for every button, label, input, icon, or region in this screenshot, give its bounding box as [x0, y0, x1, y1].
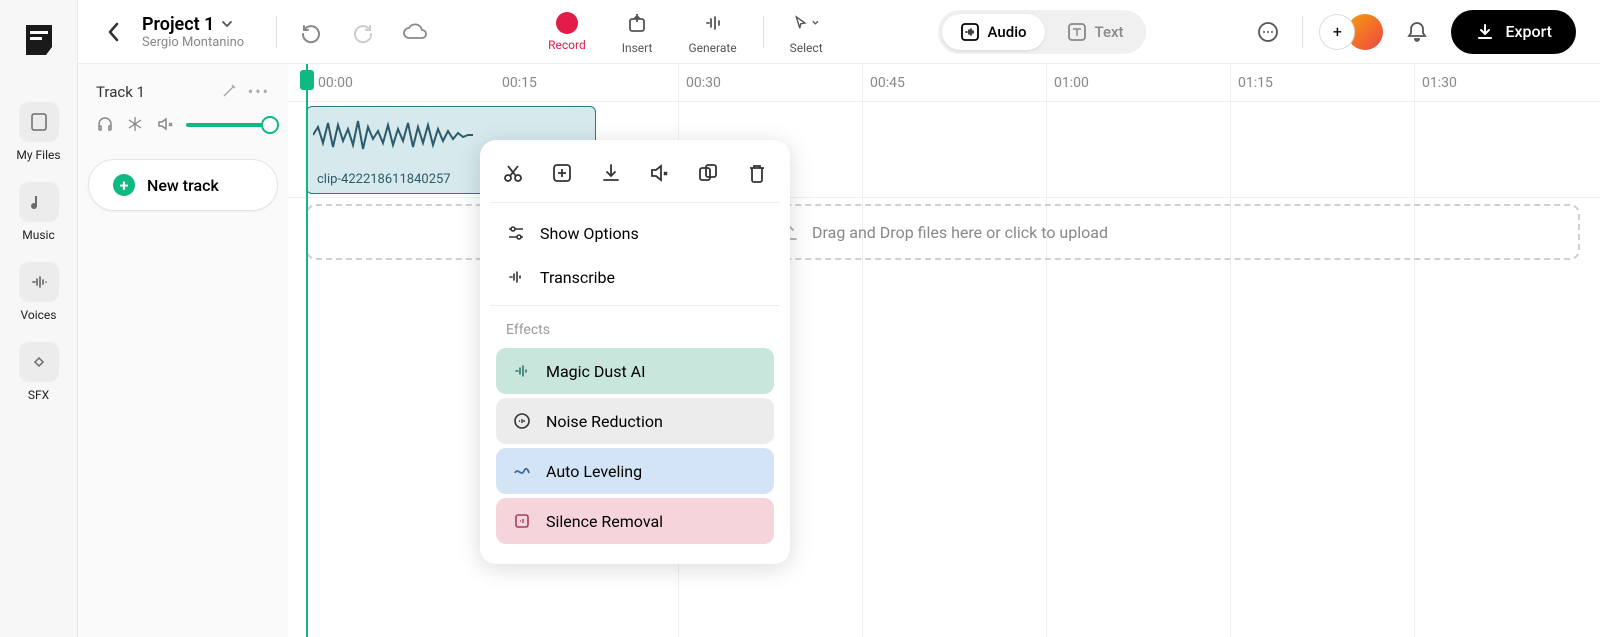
sidebar-label: Voices [21, 308, 57, 322]
track-controls [88, 107, 278, 143]
cloud-button[interactable] [397, 14, 433, 50]
select-icon [792, 9, 820, 37]
time-mark: 00:45 [870, 75, 905, 91]
project-info: Project 1 Sergio Montanino [142, 14, 244, 50]
sidebar-item-music[interactable]: Music [0, 176, 77, 248]
topbar: Project 1 Sergio Montanino Record Insert… [78, 0, 1600, 64]
delete-button[interactable] [740, 156, 774, 190]
time-mark: 00:30 [686, 75, 721, 91]
auto-leveling-item[interactable]: Auto Leveling [496, 448, 774, 494]
sparkle-icon [512, 361, 532, 381]
track-name: Track 1 [96, 83, 145, 101]
generate-icon [699, 9, 727, 37]
add-collaborator-button[interactable]: + [1319, 14, 1355, 50]
new-track-button[interactable]: + New track [88, 159, 278, 211]
silence-removal-item[interactable]: Silence Removal [496, 498, 774, 544]
duplicate-button[interactable] [691, 156, 725, 190]
music-icon [19, 182, 59, 222]
noise-reduction-item[interactable]: Noise Reduction [496, 398, 774, 444]
sliders-icon [506, 223, 526, 243]
undo-button[interactable] [293, 14, 329, 50]
snowflake-icon[interactable] [126, 115, 146, 135]
sidebar-label: Music [22, 228, 54, 242]
notifications-button[interactable] [1399, 14, 1435, 50]
generate-button[interactable]: Generate [678, 9, 746, 55]
context-menu: Show Options Transcribe Effects Magic Du… [480, 140, 790, 564]
time-mark: 00:00 [318, 75, 353, 91]
track-header: Track 1 ••• [88, 76, 278, 107]
text-toggle[interactable]: Text [1049, 14, 1142, 50]
mute-clip-button[interactable] [642, 156, 676, 190]
show-options-item[interactable]: Show Options [490, 211, 780, 255]
comments-button[interactable] [1250, 14, 1286, 50]
cut-button[interactable] [496, 156, 530, 190]
mute-icon[interactable] [156, 115, 176, 135]
app-logo[interactable] [19, 20, 59, 60]
more-icon[interactable]: ••• [248, 82, 270, 101]
divider [763, 16, 764, 48]
files-icon [19, 102, 59, 142]
sidebar-item-my-files[interactable]: My Files [0, 96, 77, 168]
time-mark: 01:30 [1422, 75, 1457, 91]
magic-dust-item[interactable]: Magic Dust AI [496, 348, 774, 394]
effects-label: Effects [490, 312, 780, 344]
timeline-ruler[interactable]: 00:00 00:15 00:30 00:45 01:00 01:15 01:3… [288, 64, 1600, 102]
leveling-icon [512, 461, 532, 481]
time-mark: 01:00 [1054, 75, 1089, 91]
insert-icon [623, 9, 651, 37]
volume-slider[interactable] [186, 123, 270, 127]
text-icon [1067, 22, 1087, 42]
sidebar: My Files Music Voices SFX [0, 0, 78, 637]
playhead[interactable] [306, 64, 308, 637]
export-button[interactable]: Export [1451, 10, 1576, 54]
transcribe-item[interactable]: Transcribe [490, 255, 780, 299]
headphones-icon[interactable] [96, 115, 116, 135]
view-toggle: Audio Text [938, 10, 1146, 54]
download-icon [1475, 22, 1495, 42]
noise-icon [512, 411, 532, 431]
audio-toggle[interactable]: Audio [942, 14, 1045, 50]
divider [1302, 16, 1303, 48]
time-mark: 00:15 [502, 75, 537, 91]
download-button[interactable] [594, 156, 628, 190]
transcribe-icon [506, 267, 526, 287]
project-title[interactable]: Project 1 [142, 14, 244, 35]
back-button[interactable] [102, 20, 126, 44]
record-button[interactable]: Record [538, 12, 596, 52]
clip-label: clip-422218611840257 [317, 172, 451, 187]
time-mark: 01:15 [1238, 75, 1273, 91]
plus-icon: + [113, 174, 135, 196]
sidebar-item-voices[interactable]: Voices [0, 256, 77, 328]
tracks-panel: Track 1 ••• + New track [78, 64, 288, 637]
voices-icon [19, 262, 59, 302]
magic-wand-icon[interactable] [220, 82, 238, 101]
divider [276, 16, 277, 48]
sfx-icon [19, 342, 59, 382]
add-button[interactable] [545, 156, 579, 190]
sidebar-label: SFX [28, 388, 49, 402]
sidebar-item-sfx[interactable]: SFX [0, 336, 77, 408]
insert-button[interactable]: Insert [612, 9, 663, 55]
silence-icon [512, 511, 532, 531]
project-user: Sergio Montanino [142, 35, 244, 50]
record-icon [556, 12, 578, 34]
redo-button[interactable] [345, 14, 381, 50]
sidebar-label: My Files [16, 148, 60, 162]
audio-icon [960, 22, 980, 42]
chevron-down-icon [220, 17, 234, 31]
select-button[interactable]: Select [780, 9, 833, 55]
